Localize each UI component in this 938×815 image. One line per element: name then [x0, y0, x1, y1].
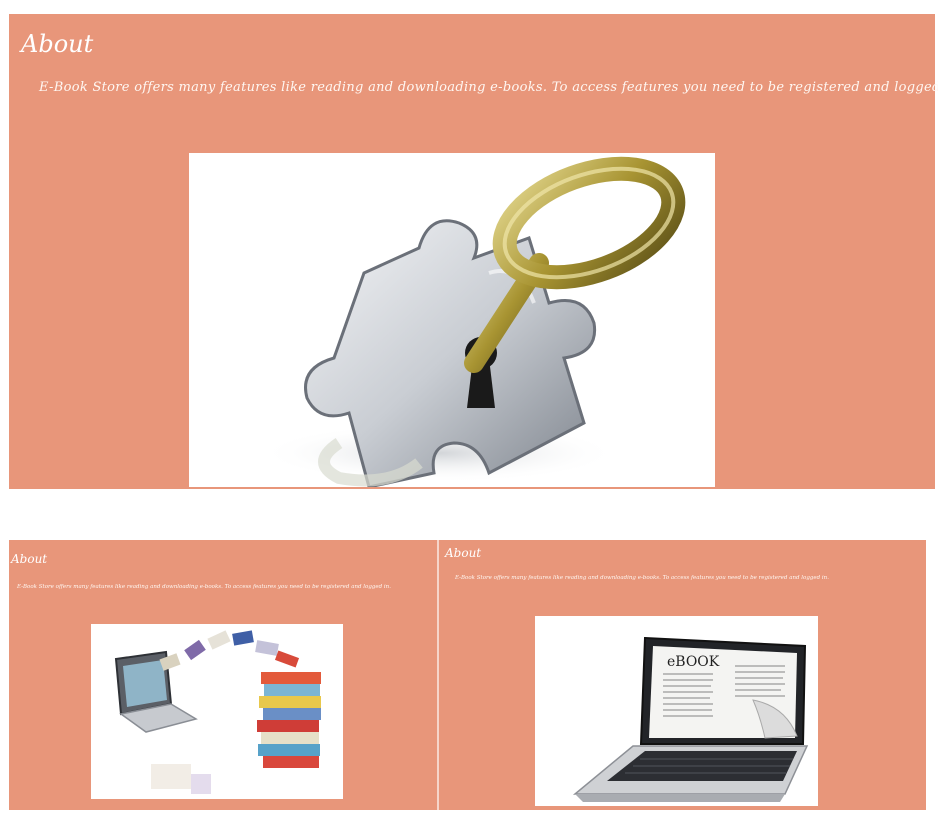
- about-panel-bottom: About E-Book Store offers many features …: [9, 540, 926, 810]
- about-description: E-Book Store offers many features like r…: [39, 80, 938, 95]
- laptop-books-icon: [114, 630, 321, 794]
- about-title-left: About: [11, 552, 48, 566]
- puzzle-key-icon: [259, 156, 686, 487]
- panel-divider: [437, 540, 439, 810]
- ebook-label: eBOOK: [667, 654, 720, 670]
- puzzle-key-image: [189, 153, 715, 487]
- about-description-right: E-Book Store offers many features like r…: [455, 575, 829, 581]
- about-title-right: About: [445, 546, 482, 560]
- about-title: About: [21, 30, 94, 58]
- laptop-books-image: [91, 624, 343, 799]
- laptop-ebook-image: eBOOK: [535, 616, 818, 806]
- about-description-left: E-Book Store offers many features like r…: [17, 584, 391, 590]
- laptop-ebook-icon: eBOOK: [572, 636, 809, 802]
- about-panel-top: About E-Book Store offers many features …: [9, 14, 938, 489]
